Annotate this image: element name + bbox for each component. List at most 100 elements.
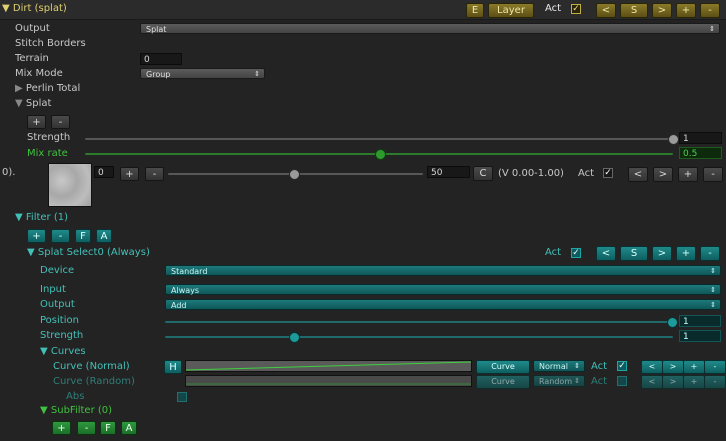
curve-normal-next-button[interactable]: > bbox=[662, 360, 684, 374]
splat-value-slider-handle[interactable] bbox=[289, 169, 300, 180]
nav-remove-button[interactable]: - bbox=[700, 3, 720, 18]
e-button[interactable]: E bbox=[466, 3, 484, 18]
filter-strength-field[interactable]: 1 bbox=[679, 330, 721, 342]
subfilter-foldout[interactable]: ▼ SubFilter (0) bbox=[40, 405, 112, 417]
c-button[interactable]: C bbox=[473, 166, 493, 181]
filter-output-dropdown[interactable]: Add ⇕ bbox=[165, 299, 721, 310]
splat-foldout[interactable]: ▼ Splat bbox=[15, 98, 51, 110]
splat-nav-add-button[interactable]: + bbox=[678, 167, 698, 182]
mix-mode-dropdown[interactable]: Group ⇕ bbox=[140, 68, 265, 79]
chevron-updown-icon: ⇕ bbox=[254, 70, 260, 78]
strength-slider-handle[interactable] bbox=[668, 134, 679, 145]
filter-nav-prev-button[interactable]: < bbox=[596, 246, 616, 261]
splat-value-field[interactable]: 50 bbox=[427, 166, 470, 178]
subfilter-remove-button[interactable]: - bbox=[77, 421, 96, 435]
filter-nav-s-button[interactable]: S bbox=[620, 246, 648, 261]
h-button[interactable]: H bbox=[164, 360, 182, 374]
filter-strength-slider-track[interactable] bbox=[165, 336, 673, 338]
subfilter-a-button[interactable]: A bbox=[121, 421, 137, 435]
curve-normal-label: Curve (Normal) bbox=[53, 361, 130, 372]
triangle-down-icon: ▼ bbox=[15, 212, 23, 223]
terrain-label: Terrain bbox=[15, 53, 49, 64]
nav-add-button[interactable]: + bbox=[676, 3, 696, 18]
output-dropdown[interactable]: Splat ⇕ bbox=[140, 23, 720, 34]
curve-normal-mode-value: Normal bbox=[539, 362, 568, 371]
nav-next-button[interactable]: > bbox=[652, 3, 672, 18]
value-range-text: (V 0.00-1.00) bbox=[498, 168, 564, 179]
curve-random-next-button[interactable]: > bbox=[662, 375, 684, 389]
splat-select-foldout[interactable]: ▼ Splat Select0 (Always) bbox=[27, 247, 150, 259]
strength-field[interactable]: 1 bbox=[679, 132, 722, 144]
nav-prev-button[interactable]: < bbox=[596, 3, 616, 18]
input-value: Always bbox=[171, 286, 200, 295]
subfilter-add-button[interactable]: + bbox=[52, 421, 71, 435]
splat-nav-next-button[interactable]: > bbox=[653, 167, 673, 182]
filter-strength-slider-handle[interactable] bbox=[289, 332, 300, 343]
subfilter-f-button[interactable]: F bbox=[100, 421, 116, 435]
triangle-down-icon: ▼ bbox=[15, 98, 23, 109]
curve-normal-button[interactable]: Curve bbox=[476, 360, 530, 374]
layer-button[interactable]: Layer bbox=[488, 3, 534, 18]
splat-row-add-button[interactable]: + bbox=[120, 167, 139, 181]
chevron-updown-icon: ⇕ bbox=[709, 25, 715, 33]
chevron-updown-icon: ⇕ bbox=[574, 377, 580, 385]
triangle-down-icon: ▼ bbox=[40, 405, 48, 416]
layer-title: Dirt (splat) bbox=[12, 3, 67, 14]
position-slider-handle[interactable] bbox=[667, 317, 678, 328]
abs-checkbox[interactable] bbox=[177, 392, 187, 402]
splat-row-remove-button[interactable]: - bbox=[145, 167, 164, 181]
splat-remove-button[interactable]: - bbox=[51, 115, 70, 129]
curve-random-add-button[interactable]: + bbox=[683, 375, 705, 389]
curve-normal-field[interactable] bbox=[185, 360, 472, 372]
curve-normal-mode-dropdown[interactable]: Normal ⇕ bbox=[533, 360, 585, 372]
splat-nav-remove-button[interactable]: - bbox=[703, 167, 723, 182]
curve-normal-remove-button[interactable]: - bbox=[704, 360, 726, 374]
layer-foldout[interactable]: ▼ Dirt (splat) bbox=[2, 3, 67, 15]
chevron-updown-icon: ⇕ bbox=[710, 286, 716, 294]
filter-add-button[interactable]: + bbox=[27, 229, 46, 243]
perlin-label: Perlin Total bbox=[25, 83, 81, 94]
perlin-foldout[interactable]: ▶ Perlin Total bbox=[15, 83, 80, 95]
curves-foldout[interactable]: ▼ Curves bbox=[40, 346, 86, 358]
filter-nav-remove-button[interactable]: - bbox=[700, 246, 720, 261]
splat-add-button[interactable]: + bbox=[27, 115, 46, 129]
curve-random-button[interactable]: Curve bbox=[476, 375, 530, 389]
mix-rate-slider-handle[interactable] bbox=[375, 149, 386, 160]
terrain-field[interactable]: 0 bbox=[140, 53, 182, 65]
filter-remove-button[interactable]: - bbox=[51, 229, 70, 243]
splat-act-checkbox[interactable]: ✓ bbox=[603, 168, 613, 178]
position-slider-track[interactable] bbox=[165, 321, 673, 323]
splat-index-field[interactable]: 0 bbox=[94, 166, 114, 178]
subfilter-label: SubFilter (0) bbox=[50, 405, 113, 416]
nav-s-button[interactable]: S bbox=[620, 3, 648, 18]
chevron-updown-icon: ⇕ bbox=[574, 362, 580, 370]
filter-f-button[interactable]: F bbox=[75, 229, 91, 243]
layer-header bbox=[0, 0, 726, 20]
curve-random-prev-button[interactable]: < bbox=[641, 375, 663, 389]
splat-select-label: Splat Select0 (Always) bbox=[37, 247, 150, 258]
curve-normal-prev-button[interactable]: < bbox=[641, 360, 663, 374]
mix-rate-field[interactable]: 0.5 bbox=[679, 147, 722, 159]
curve-random-remove-button[interactable]: - bbox=[704, 375, 726, 389]
filter-nav-next-button[interactable]: > bbox=[652, 246, 672, 261]
position-field[interactable]: 1 bbox=[679, 315, 721, 327]
splat-texture-thumbnail[interactable] bbox=[48, 163, 92, 207]
device-dropdown[interactable]: Standard ⇕ bbox=[165, 265, 721, 276]
splat-nav-prev-button[interactable]: < bbox=[628, 167, 648, 182]
curve-random-act-checkbox[interactable] bbox=[617, 376, 627, 386]
curve-random-field[interactable] bbox=[185, 375, 472, 387]
curve-normal-act-checkbox[interactable]: ✓ bbox=[617, 361, 627, 371]
mix-rate-label: Mix rate bbox=[27, 148, 68, 159]
curve-normal-add-button[interactable]: + bbox=[683, 360, 705, 374]
strength-slider-track[interactable] bbox=[85, 138, 673, 140]
triangle-down-icon: ▼ bbox=[27, 247, 35, 258]
splat-act-label: Act bbox=[578, 168, 595, 179]
filter-nav-add-button[interactable]: + bbox=[676, 246, 696, 261]
filter-a-button[interactable]: A bbox=[96, 229, 112, 243]
input-dropdown[interactable]: Always ⇕ bbox=[165, 284, 721, 295]
filter-act-checkbox[interactable]: ✓ bbox=[571, 248, 581, 258]
curve-random-mode-dropdown[interactable]: Random ⇕ bbox=[533, 375, 585, 387]
filter-foldout[interactable]: ▼ Filter (1) bbox=[15, 212, 68, 224]
act-label: Act bbox=[545, 3, 562, 14]
act-checkbox[interactable]: ✓ bbox=[571, 4, 581, 14]
